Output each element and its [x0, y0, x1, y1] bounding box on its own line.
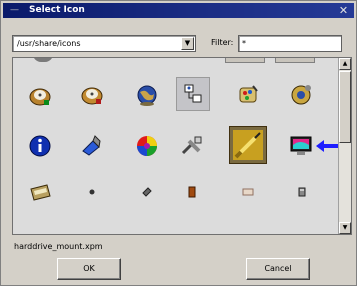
network-icon[interactable] [176, 77, 210, 111]
path-combo[interactable]: /usr/share/icons ▼ [12, 35, 196, 52]
harddrive-icon[interactable] [24, 79, 56, 111]
filter-input[interactable] [238, 35, 342, 52]
ok-button[interactable]: OK [57, 258, 121, 280]
select-icon-dialog: — Select Icon ✕ /usr/share/icons ▼ Filte… [0, 0, 357, 286]
small-box-icon[interactable] [232, 176, 264, 208]
color-wheel-icon[interactable] [131, 130, 163, 162]
info-icon[interactable] [24, 130, 56, 162]
title-bar[interactable]: — Select Icon ✕ [3, 3, 354, 18]
tools-icon[interactable] [176, 130, 208, 162]
icon-grid[interactable] [12, 57, 352, 235]
selected-filename: harddrive_mount.xpm [14, 242, 103, 251]
menu-icon[interactable]: — [9, 5, 20, 16]
screwdriver-icon[interactable] [229, 126, 267, 164]
path-value: /usr/share/icons [17, 39, 81, 48]
cancel-button[interactable]: Cancel [246, 258, 310, 280]
scroll-down-icon[interactable]: ▼ [339, 222, 351, 234]
close-icon[interactable]: ✕ [337, 4, 350, 17]
chevron-down-icon[interactable]: ▼ [181, 37, 194, 50]
settings-icon[interactable] [286, 79, 318, 111]
partial-button [275, 58, 315, 63]
small-book-icon[interactable] [176, 176, 208, 208]
small-drive-icon[interactable] [131, 176, 163, 208]
scroll-up-icon[interactable]: ▲ [339, 58, 351, 70]
window-title: Select Icon [29, 5, 85, 15]
palette-icon[interactable] [232, 79, 264, 111]
filter-label: Filter: [211, 38, 234, 47]
pen-icon[interactable] [76, 130, 108, 162]
partial-icon [33, 58, 53, 62]
harddrive-mount-icon[interactable] [76, 79, 108, 111]
small-dot-icon[interactable] [76, 176, 108, 208]
small-device-icon[interactable] [286, 176, 318, 208]
vertical-scrollbar[interactable]: ▲ ▼ [338, 58, 351, 234]
scrollbar-thumb[interactable] [339, 71, 351, 143]
globe-icon[interactable] [131, 79, 163, 111]
scanner-icon[interactable] [24, 176, 56, 208]
partial-button [225, 58, 265, 63]
